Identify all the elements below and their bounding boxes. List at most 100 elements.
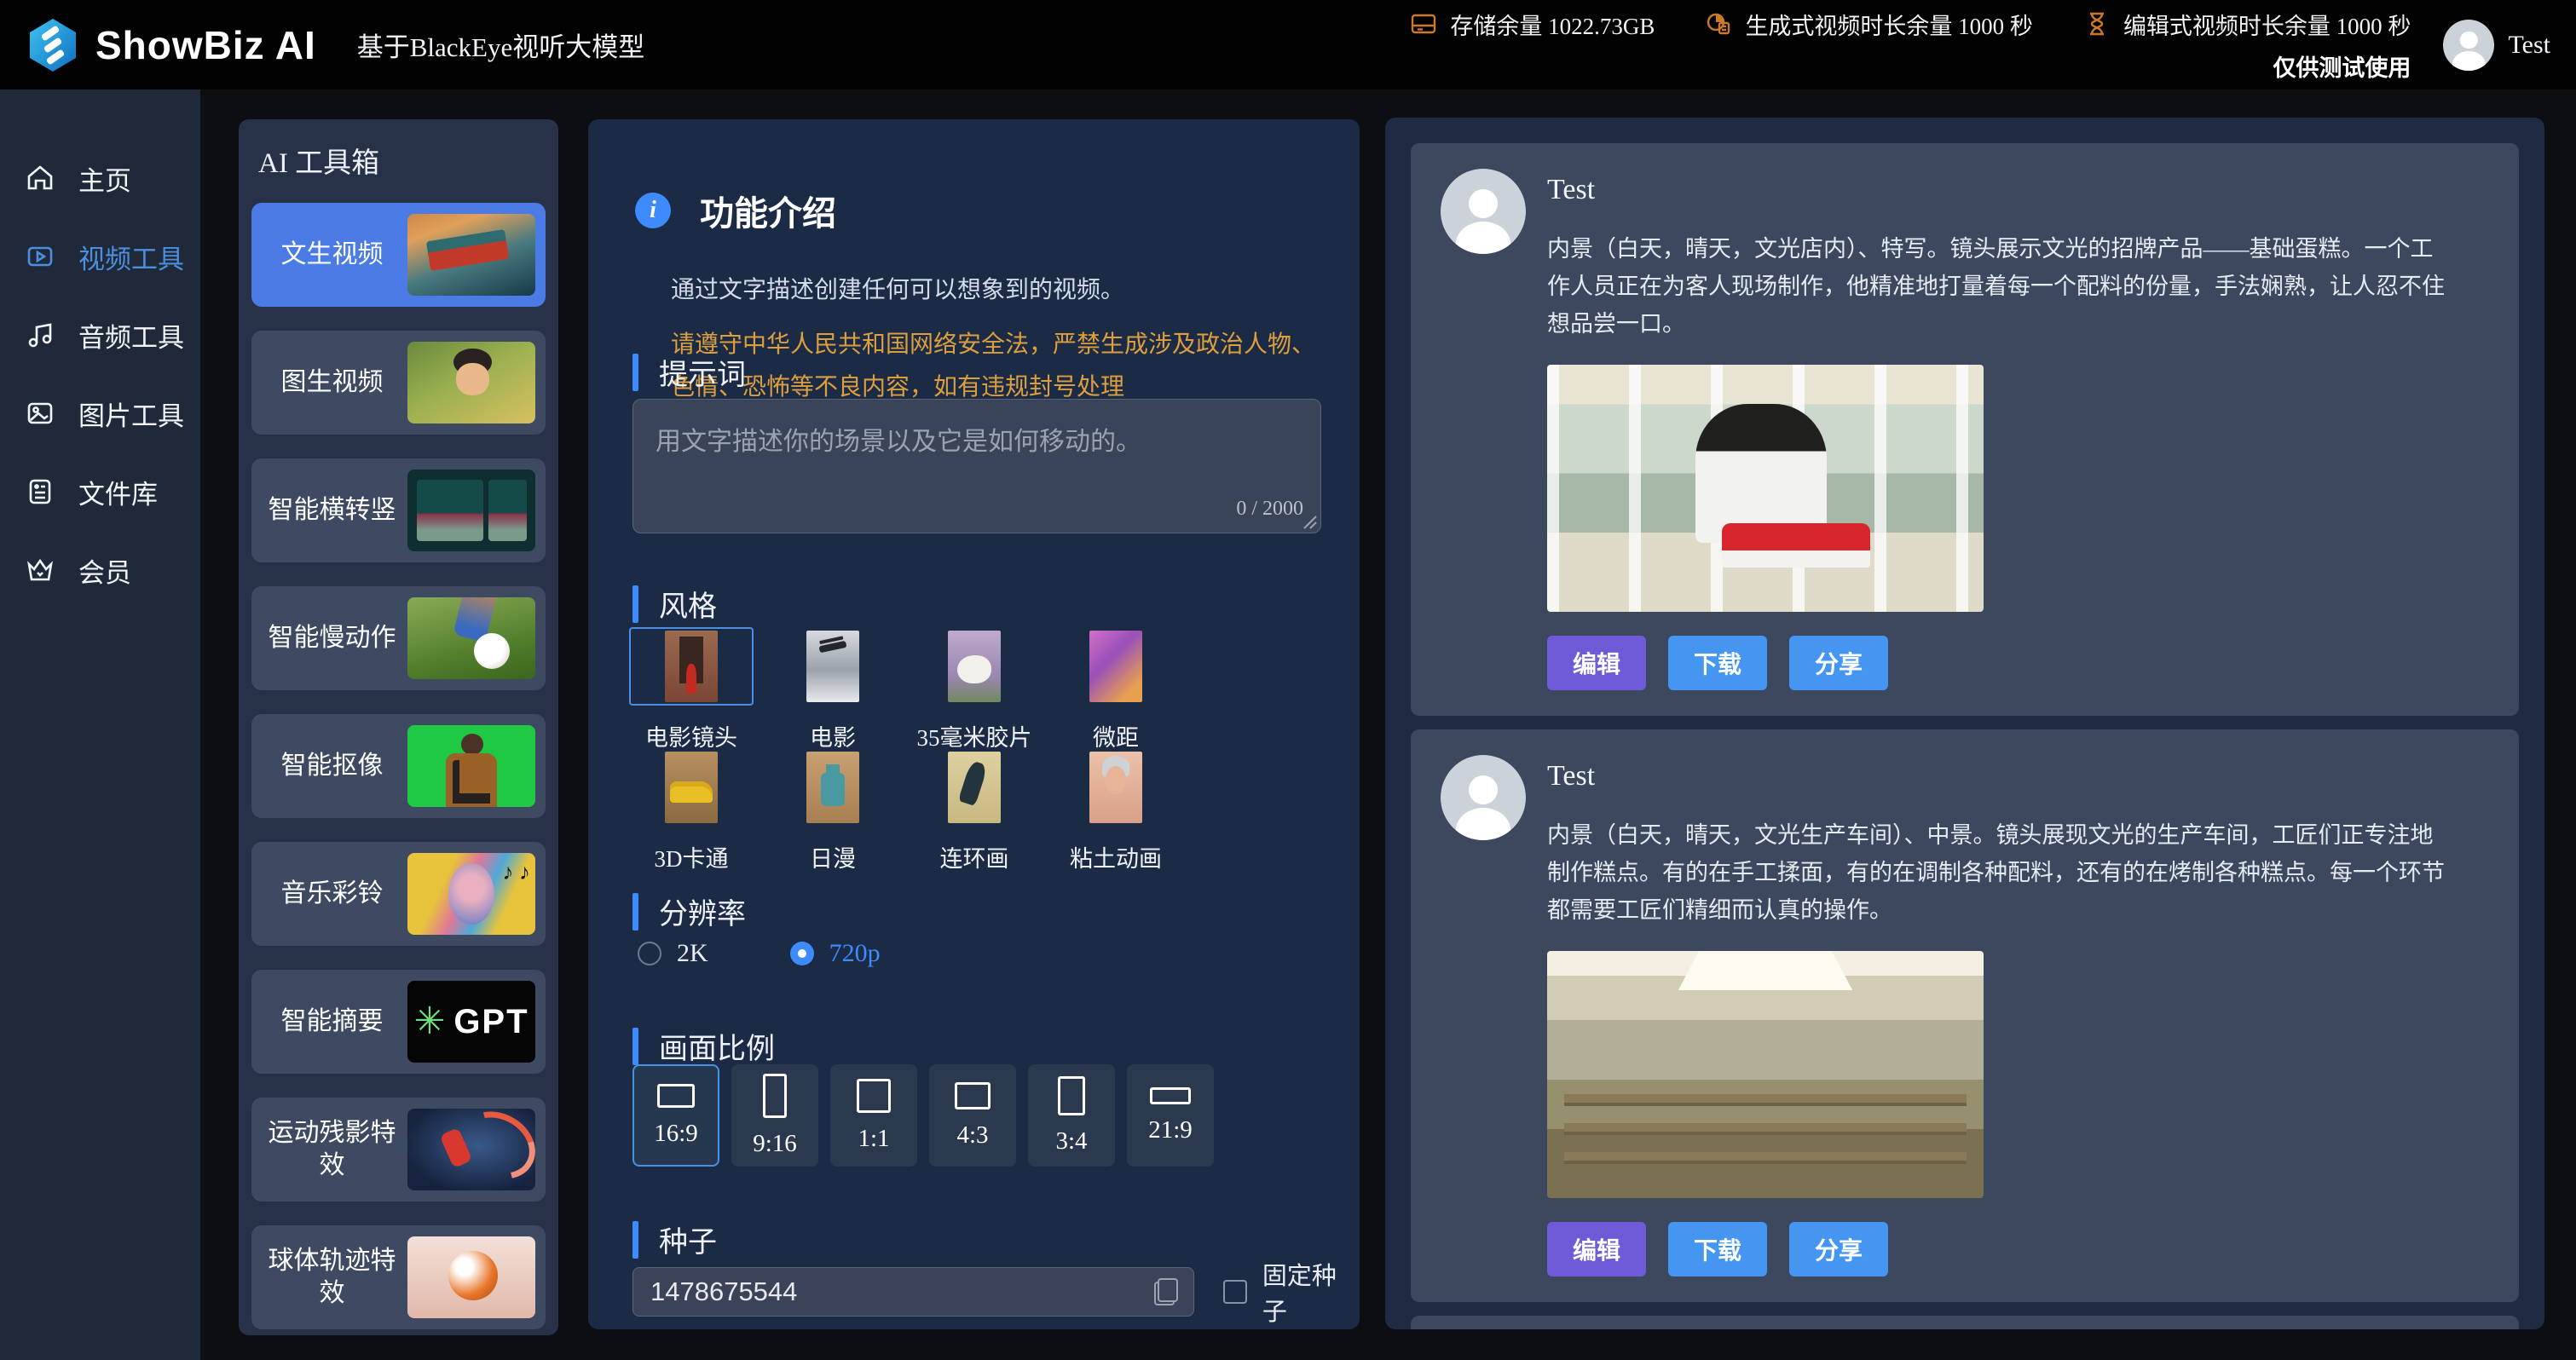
- cartoon-3d-thumbnail: [665, 752, 718, 823]
- badminton-thumbnail: [407, 470, 535, 551]
- prompt-textarea[interactable]: [633, 400, 1320, 533]
- share-button[interactable]: 分享: [1789, 1222, 1888, 1276]
- resolution-section-header: 分辨率: [632, 890, 746, 932]
- resolution-title: 分辨率: [659, 890, 746, 932]
- tool-card-slow-motion[interactable]: 智能慢动作: [251, 586, 546, 690]
- char-counter: 0 / 2000: [1236, 498, 1303, 521]
- user-chip[interactable]: Test: [2443, 20, 2550, 71]
- feature-intro-description: 通过文字描述创建任何可以想象到的视频。: [671, 271, 1319, 305]
- tool-card-music-ringtone[interactable]: 音乐彩铃: [251, 842, 546, 946]
- fixed-seed-label: 固定种子: [1262, 1256, 1360, 1328]
- aspect-ratio-4-3[interactable]: 4:3: [929, 1064, 1016, 1167]
- sidebar-item-home[interactable]: 主页: [0, 139, 200, 217]
- resolution-option-2k[interactable]: 2K: [638, 939, 708, 968]
- section-accent-bar: [632, 1221, 638, 1259]
- video-icon: [24, 240, 56, 273]
- generated-video-workshop[interactable]: [1547, 951, 1984, 1198]
- tool-label: 文生视频: [257, 239, 407, 271]
- style-option-35mm-film[interactable]: 35毫米胶片: [904, 627, 1045, 752]
- style-option-cinematic-shot[interactable]: 电影镜头: [621, 627, 762, 752]
- radio-checked-icon[interactable]: [790, 942, 814, 965]
- download-button[interactable]: 下载: [1668, 636, 1767, 690]
- sidebar-item-image-tools[interactable]: 图片工具: [0, 374, 200, 452]
- comic-thumbnail: [948, 752, 1001, 823]
- tool-card-smart-summary[interactable]: 智能摘要 ✳ GPT: [251, 970, 546, 1074]
- fixed-seed-checkbox[interactable]: [1223, 1280, 1247, 1304]
- edit-button[interactable]: 编辑: [1547, 1222, 1646, 1276]
- tool-label: 智能摘要: [257, 1006, 407, 1038]
- style-option-movie[interactable]: 电影: [762, 627, 904, 752]
- ratio-21-9-icon: [1150, 1087, 1191, 1104]
- tool-card-sphere-track-effect[interactable]: 球体轨迹特效: [251, 1225, 546, 1329]
- info-icon: i: [635, 193, 671, 228]
- aspect-ratio-label: 9:16: [753, 1130, 797, 1158]
- fixed-seed-checkbox-row[interactable]: 固定种子: [1223, 1256, 1360, 1328]
- tool-card-image-to-video[interactable]: 图生视频: [251, 331, 546, 435]
- seed-section-header: 种子: [632, 1219, 717, 1260]
- sidebar-item-file-library[interactable]: 文件库: [0, 452, 200, 531]
- tool-card-landscape-to-portrait[interactable]: 智能横转竖: [251, 458, 546, 562]
- ratio-9-16-icon: [763, 1074, 787, 1118]
- generated-video-bakery-cake[interactable]: [1547, 365, 1984, 612]
- style-option-3d-cartoon[interactable]: 3D卡通: [621, 748, 762, 873]
- section-accent-bar: [632, 585, 638, 623]
- style-option-claymation[interactable]: 粘土动画: [1045, 748, 1187, 873]
- app-title: ShowBiz AI: [95, 22, 316, 68]
- resize-handle[interactable]: [1301, 513, 1318, 530]
- openai-logo-icon: ✳: [413, 1003, 445, 1040]
- tool-label: 图生视频: [257, 366, 407, 399]
- style-title: 风格: [659, 583, 717, 625]
- result-card-3: Test 外景（白天，晴天，文光门店）、中景。镜头展现店员们在为顾客提供贴心服务…: [1411, 1316, 2519, 1329]
- tool-label: 音乐彩铃: [257, 878, 407, 910]
- generation-time-stat: 生成式视频时长余量 1000 秒: [1704, 8, 2033, 41]
- sidebar-item-membership[interactable]: 会员: [0, 531, 200, 609]
- result-card-2: Test 内景（白天，晴天，文光生产车间）、中景。镜头展现文光的生产车间，工匠们…: [1411, 729, 2519, 1302]
- sidebar-item-video-tools[interactable]: 视频工具: [0, 217, 200, 296]
- radio-unchecked-icon[interactable]: [638, 942, 661, 965]
- aspect-ratio-options: 16:9 9:16 1:1 4:3 3:4 21:9: [632, 1064, 1214, 1167]
- tool-label: 运动残影特效: [257, 1117, 407, 1182]
- aspect-ratio-label: 4:3: [956, 1121, 988, 1150]
- style-option-anime[interactable]: 日漫: [762, 748, 904, 873]
- ratio-1-1-icon: [857, 1079, 891, 1113]
- stormy-sea-boat-thumbnail: [407, 214, 535, 296]
- aspect-ratio-label: 21:9: [1148, 1116, 1193, 1144]
- aspect-ratio-9-16[interactable]: 9:16: [731, 1064, 818, 1167]
- showbiz-logo-icon: [26, 18, 80, 72]
- result-description: 内景（白天，晴天，文光店内）、特写。镜头展示文光的招牌产品——基础蛋糕。一个工作…: [1547, 230, 2451, 343]
- motion-trail-thumbnail: [407, 1109, 535, 1190]
- aspect-ratio-section-header: 画面比例: [632, 1025, 775, 1067]
- app-subtitle: 基于BlackEye视听大模型: [357, 26, 645, 64]
- copy-icon[interactable]: [1154, 1278, 1180, 1305]
- user-avatar[interactable]: [2443, 20, 2494, 71]
- aspect-ratio-16-9[interactable]: 16:9: [632, 1064, 719, 1167]
- prompt-input-container: 0 / 2000: [632, 399, 1321, 533]
- edit-time-label: 编辑式视频时长余量 1000 秒: [2123, 8, 2411, 41]
- aspect-ratio-21-9[interactable]: 21:9: [1127, 1064, 1214, 1167]
- result-user-name: Test: [1547, 174, 2485, 206]
- style-option-comic-strip[interactable]: 连环画: [904, 748, 1045, 873]
- feature-intro-title: 功能介绍: [700, 186, 836, 235]
- result-actions: 编辑 下载 分享: [1547, 636, 2485, 690]
- edit-button[interactable]: 编辑: [1547, 636, 1646, 690]
- tool-card-matting[interactable]: 智能抠像: [251, 714, 546, 818]
- style-section-header: 风格: [632, 583, 717, 625]
- tool-card-text-to-video[interactable]: 文生视频: [251, 203, 546, 307]
- share-button[interactable]: 分享: [1789, 636, 1888, 690]
- ratio-3-4-icon: [1058, 1076, 1085, 1115]
- aspect-ratio-1-1[interactable]: 1:1: [830, 1064, 917, 1167]
- sidebar-item-label: 图片工具: [78, 395, 184, 433]
- prompt-title: 提示词: [659, 351, 746, 393]
- resolution-option-720p[interactable]: 720p: [790, 939, 881, 968]
- download-button[interactable]: 下载: [1668, 1222, 1767, 1276]
- aspect-ratio-label: 3:4: [1055, 1127, 1087, 1155]
- green-screen-thumbnail: [407, 725, 535, 807]
- style-option-macro[interactable]: 微距: [1045, 627, 1187, 752]
- sidebar-item-audio-tools[interactable]: 音频工具: [0, 296, 200, 374]
- seed-input[interactable]: [650, 1276, 1154, 1307]
- tool-card-motion-trail-effect[interactable]: 运动残影特效: [251, 1098, 546, 1202]
- result-card-1: Test 内景（白天，晴天，文光店内）、特写。镜头展示文光的招牌产品——基础蛋糕…: [1411, 143, 2519, 716]
- toolbox-title: AI 工具箱: [258, 140, 546, 181]
- aspect-ratio-3-4[interactable]: 3:4: [1028, 1064, 1115, 1167]
- tool-label: 球体轨迹特效: [257, 1245, 407, 1310]
